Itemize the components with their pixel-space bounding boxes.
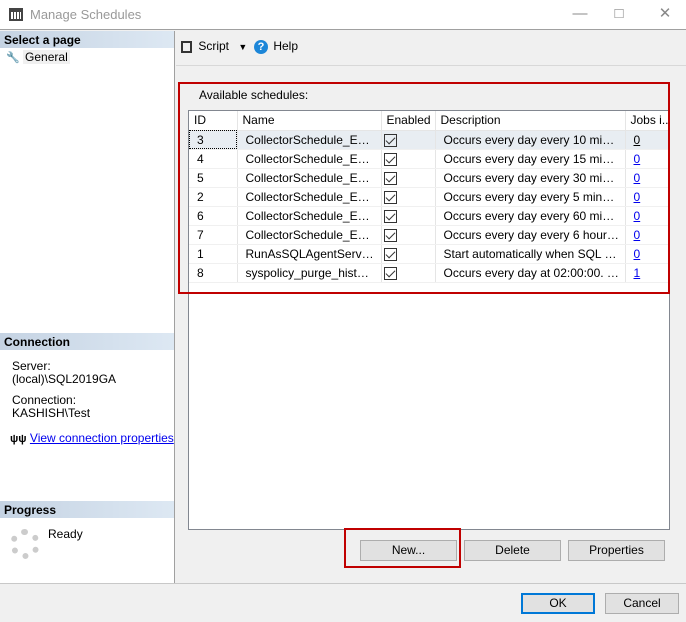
- wrench-icon: 🔧: [6, 52, 20, 64]
- toolbar-divider: [176, 65, 686, 66]
- script-icon: [181, 40, 192, 53]
- title-bar: Manage Schedules — □ ✕: [0, 0, 686, 30]
- left-panel: Select a page 🔧 General Connection Serve…: [0, 31, 175, 583]
- progress-status: Ready: [48, 527, 83, 541]
- window-title: Manage Schedules: [30, 7, 142, 22]
- progress-spinner-icon: [10, 529, 40, 559]
- cancel-button[interactable]: Cancel: [605, 593, 679, 614]
- ok-button[interactable]: OK: [521, 593, 595, 614]
- maximize-button[interactable]: □: [604, 4, 634, 24]
- progress-header: Progress: [0, 501, 174, 518]
- help-button[interactable]: ? Help: [254, 39, 298, 54]
- page-item-general[interactable]: 🔧 General: [6, 50, 70, 64]
- help-label: Help: [273, 39, 299, 53]
- select-page-header: Select a page: [0, 31, 174, 48]
- connection-header: Connection: [0, 333, 174, 350]
- script-label: Script: [198, 39, 230, 53]
- page-label: General: [23, 50, 70, 64]
- help-icon: ?: [254, 40, 268, 54]
- server-value: (local)\SQL2019GA: [12, 372, 117, 386]
- highlight-box-schedules: [178, 82, 670, 294]
- delete-button[interactable]: Delete: [464, 540, 561, 561]
- chevron-down-icon[interactable]: ▼: [238, 42, 247, 52]
- highlight-box-new: [344, 528, 461, 568]
- script-button[interactable]: Script ▼: [181, 39, 247, 53]
- minimize-button[interactable]: —: [565, 4, 595, 24]
- close-button[interactable]: ✕: [650, 4, 680, 24]
- properties-button[interactable]: Properties: [568, 540, 665, 561]
- plug-icon: ψψ: [10, 433, 27, 445]
- connection-value: KASHISH\Test: [12, 406, 91, 420]
- calendar-icon: [9, 8, 23, 21]
- view-connection-properties-link[interactable]: View connection properties: [30, 431, 174, 445]
